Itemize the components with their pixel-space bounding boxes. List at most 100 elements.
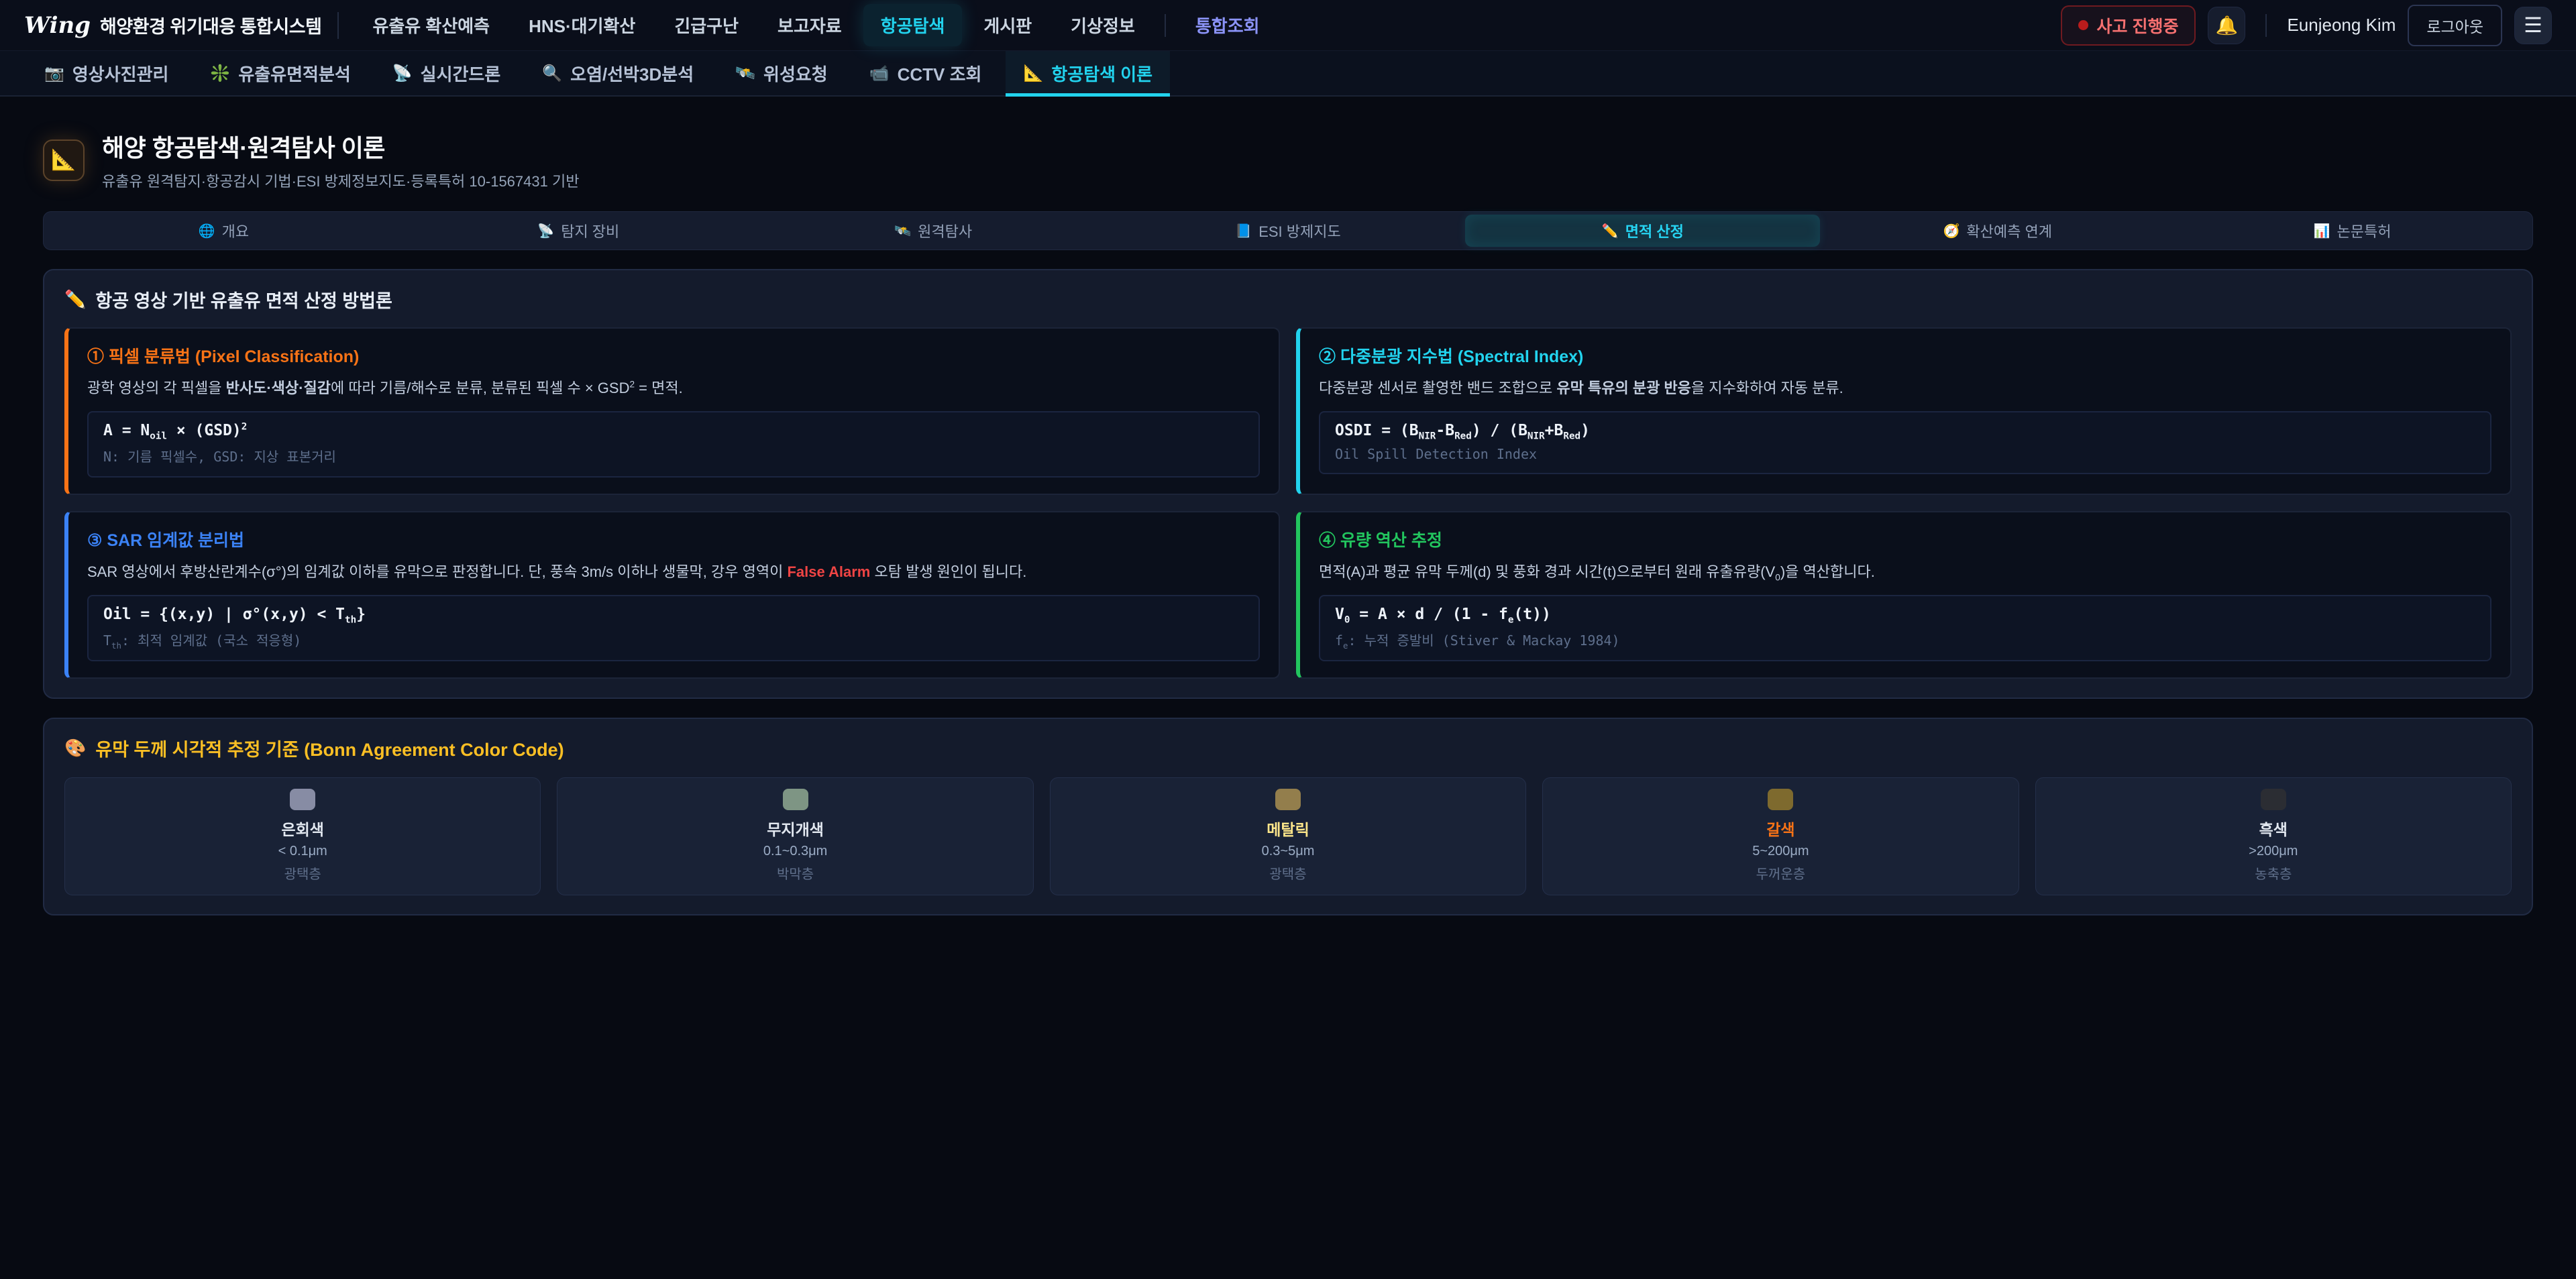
formula-box: Oil = {(x,y) | σ°(x,y) < Tth} Tth: 최적 임계… (87, 595, 1260, 661)
app-logo: Wing (24, 12, 91, 39)
triangle-ruler-icon: 📐 (51, 148, 76, 172)
nav-item-label: 게시판 (983, 16, 1032, 36)
app-title: 해양환경 위기대응 통합시스템 (100, 12, 321, 38)
color-swatch (1275, 789, 1301, 810)
theory-tab-확산예측 연계[interactable]: 🧭 확산예측 연계 (1820, 215, 2175, 247)
subnav-tab-label: 실시간드론 (421, 61, 501, 86)
subnav-tab-label: 위성요청 (763, 61, 828, 86)
color-swatch (1768, 789, 1793, 810)
nav-item-유출유 확산예측[interactable]: 유출유 확산예측 (355, 4, 507, 46)
method-card: ① 픽셀 분류법 (Pixel Classification) 광학 영상의 각… (64, 327, 1280, 495)
subnav-tab-label: 유출유면적분석 (238, 61, 350, 86)
page-title: 해양 항공탐색·원격탐사 이론 (102, 129, 579, 164)
menu-button[interactable]: ☰ (2514, 7, 2552, 44)
nav-item-label: 기상정보 (1071, 16, 1135, 36)
theory-tab-label: 원격탐사 (918, 220, 972, 241)
formula-box: V0 = A × d / (1 - fe(t)) fe: 누적 증발비 (Sti… (1319, 595, 2491, 661)
bonn-panel: 🎨 유막 두께 시각적 추정 기준 (Bonn Agreement Color … (43, 718, 2533, 915)
method-card-title: ② 다중분광 지수법 (Spectral Index) (1319, 343, 2491, 368)
satellite-antenna-icon: 📡 (392, 64, 413, 83)
bonn-thickness-range: < 0.1μm (278, 844, 327, 859)
formula-note: N: 기름 픽셀수, GSD: 지상 표본거리 (103, 446, 1244, 465)
hamburger-icon: ☰ (2524, 13, 2542, 38)
nav-item-항공탐색[interactable]: 항공탐색 (863, 4, 963, 46)
divider (337, 12, 339, 39)
subnav-tab-오염/선박3D분석[interactable]: 🔍 오염/선박3D분석 (525, 51, 711, 95)
theory-tab-개요[interactable]: 🌐 개요 (46, 215, 401, 247)
bonn-color-card: 은회색 < 0.1μm 광택층 (64, 777, 541, 895)
bar-chart-icon: 📊 (2314, 223, 2330, 239)
nav-item-label: HNS·대기확산 (529, 16, 635, 36)
theory-tab-면적 산정[interactable]: ✏️ 면적 산정 (1465, 215, 1820, 247)
theory-tab-label: 면적 산정 (1625, 220, 1684, 241)
bonn-color-name: 흑색 (2259, 817, 2288, 840)
theory-tab-bar: 🌐 개요 📡 탐지 장비 🛰️ 원격탐사 📘 ESI 방제지도 ✏️ 면적 산정… (43, 211, 2533, 250)
topbar-right: 사고 진행중 🔔 Eunjeong Kim 로그아웃 ☰ (2061, 5, 2552, 46)
method-card: ③ SAR 임계값 분리법 SAR 영상에서 후방산란계수(σ°)의 임계값 이… (64, 511, 1280, 679)
nav-item-label: 보고자료 (777, 16, 842, 36)
bell-icon: 🔔 (2216, 15, 2239, 36)
page-subtitle: 유출유 원격탐지·항공감시 기법·ESI 방제정보지도·등록특허 10-1567… (102, 170, 579, 191)
theory-tab-탐지 장비[interactable]: 📡 탐지 장비 (401, 215, 756, 247)
magnifier-icon: 🔍 (542, 64, 562, 83)
nav-item-보고자료[interactable]: 보고자료 (760, 4, 859, 46)
theory-tab-원격탐사[interactable]: 🛰️ 원격탐사 (756, 215, 1111, 247)
nav-item-긴급구난[interactable]: 긴급구난 (657, 4, 756, 46)
nav-item-게시판[interactable]: 게시판 (966, 4, 1049, 46)
notifications-button[interactable]: 🔔 (2208, 7, 2245, 44)
theory-tab-논문특허[interactable]: 📊 논문특허 (2175, 215, 2530, 247)
bonn-thickness-range: 0.3~5μm (1262, 844, 1315, 859)
pencil-icon: ✏️ (64, 289, 86, 310)
bonn-color-card: 갈색 5~200μm 두꺼운층 (1542, 777, 2019, 895)
nav-item-HNS·대기확산[interactable]: HNS·대기확산 (511, 4, 653, 46)
theory-tab-label: 개요 (222, 220, 249, 241)
satellite-icon: 🛰️ (735, 64, 755, 83)
map-book-icon: 📘 (1235, 223, 1252, 239)
subnav-tab-유출유면적분석[interactable]: ❇️ 유출유면적분석 (193, 51, 368, 95)
method-card-body: 광학 영상의 각 픽셀을 반사도·색상·질감에 따라 기름/해수로 분류, 분류… (87, 378, 1260, 399)
logout-button[interactable]: 로그아웃 (2408, 5, 2502, 46)
formula-note: Tth: 최적 임계값 (국소 적응형) (103, 630, 1244, 649)
brand[interactable]: Wing 해양환경 위기대응 통합시스템 (24, 12, 321, 39)
incident-status-badge[interactable]: 사고 진행중 (2061, 5, 2196, 46)
nav-item-기상정보[interactable]: 기상정보 (1053, 4, 1152, 46)
subnav-tab-항공탐색 이론[interactable]: 📐 항공탐색 이론 (1006, 51, 1170, 95)
bonn-color-name: 무지개색 (767, 817, 824, 840)
method-card-title: ③ SAR 임계값 분리법 (87, 527, 1260, 551)
camera-icon: 📷 (44, 64, 64, 83)
topbar: Wing 해양환경 위기대응 통합시스템 유출유 확산예측 HNS·대기확산 긴급구… (0, 0, 2576, 51)
theory-tab-ESI 방제지도[interactable]: 📘 ESI 방제지도 (1111, 215, 1466, 247)
main-content: 📐 해양 항공탐색·원격탐사 이론 유출유 원격탐지·항공감시 기법·ESI 방… (0, 129, 2576, 915)
method-card-body: 면적(A)과 평균 유막 두께(d) 및 풍화 경과 시간(t)으로부터 원래 … (1319, 562, 2491, 583)
bonn-layer-type: 광택층 (284, 863, 321, 883)
theory-tab-label: 확산예측 연계 (1966, 220, 2052, 241)
nav-item-label: 유출유 확산예측 (372, 16, 490, 36)
nav-item-통합조회[interactable]: 통합조회 (1178, 4, 1277, 46)
subnav-tab-영상사진관리[interactable]: 📷 영상사진관리 (27, 51, 186, 95)
subnav: 📷 영상사진관리 ❇️ 유출유면적분석 📡 실시간드론 🔍 오염/선박3D분석 … (0, 51, 2576, 97)
page-header: 📐 해양 항공탐색·원격탐사 이론 유출유 원격탐지·항공감시 기법·ESI 방… (43, 129, 2533, 191)
nav-item-label: 긴급구난 (674, 16, 739, 36)
formula-text: OSDI = (BNIR-BRed) / (BNIR+BRed) (1335, 422, 2475, 439)
subnav-tab-CCTV 조회[interactable]: 📹 CCTV 조회 (852, 51, 1000, 95)
green-sparkle-icon: ❇️ (210, 64, 230, 83)
methods-panel-title: 항공 영상 기반 유출유 면적 산정 방법론 (95, 286, 392, 313)
subnav-tab-위성요청[interactable]: 🛰️ 위성요청 (718, 51, 845, 95)
formula-box: OSDI = (BNIR-BRed) / (BNIR+BRed) Oil Spi… (1319, 411, 2491, 474)
pencil-icon: ✏️ (1602, 223, 1619, 239)
user-name: Eunjeong Kim (2287, 15, 2396, 36)
satellite-antenna-icon: 📡 (537, 223, 554, 239)
methods-panel: ✏️ 항공 영상 기반 유출유 면적 산정 방법론 ① 픽셀 분류법 (Pixe… (43, 269, 2533, 699)
formula-text: V0 = A × d / (1 - fe(t)) (1335, 606, 2475, 623)
subnav-tab-실시간드론[interactable]: 📡 실시간드론 (375, 51, 519, 95)
globe-icon: 🌐 (199, 223, 215, 239)
subnav-tab-label: 항공탐색 이론 (1051, 61, 1152, 86)
bonn-thickness-range: >200μm (2249, 844, 2298, 859)
bonn-color-name: 메탈릭 (1267, 817, 1309, 840)
divider (1165, 14, 1166, 37)
bonn-panel-header: 🎨 유막 두께 시각적 추정 기준 (Bonn Agreement Color … (64, 735, 2512, 761)
method-card: ④ 유량 역산 추정 면적(A)과 평균 유막 두께(d) 및 풍화 경과 시간… (1296, 511, 2512, 679)
formula-text: Oil = {(x,y) | σ°(x,y) < Tth} (103, 606, 1244, 623)
bonn-color-card: 무지개색 0.1~0.3μm 박막층 (557, 777, 1033, 895)
triangle-ruler-icon: 📐 (1023, 64, 1043, 83)
